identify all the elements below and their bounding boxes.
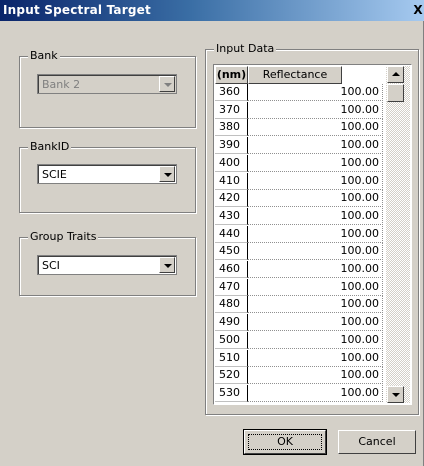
table-row[interactable]: 470 100.00 xyxy=(215,278,383,296)
wavelength-cell: 440 xyxy=(215,225,248,243)
wavelength-cell: 410 xyxy=(215,172,248,190)
reflectance-cell[interactable]: 100.00 xyxy=(248,207,383,225)
wavelength-cell: 380 xyxy=(215,119,248,137)
reflectance-cell[interactable]: 100.00 xyxy=(248,243,383,261)
spectral-grid: (nm) Reflectance 360 100.00 370 100.00 380 10… xyxy=(213,64,412,405)
table-row[interactable]: 440 100.00 xyxy=(215,225,383,243)
reflectance-cell[interactable]: 100.00 xyxy=(248,349,383,367)
wavelength-cell: 430 xyxy=(215,207,248,225)
chevron-down-icon[interactable] xyxy=(159,166,175,182)
table-row[interactable]: 410 100.00 xyxy=(215,172,383,190)
reflectance-cell[interactable]: 100.00 xyxy=(248,101,383,119)
column-header-reflectance[interactable]: Reflectance xyxy=(248,66,342,84)
chevron-down-icon[interactable] xyxy=(159,76,175,92)
bankid-dropdown-value: SCIE xyxy=(42,168,67,181)
wavelength-cell: 510 xyxy=(215,349,248,367)
input-data-legend: Input Data xyxy=(214,42,277,55)
reflectance-cell[interactable]: 100.00 xyxy=(248,225,383,243)
wavelength-cell: 470 xyxy=(215,278,248,296)
table-row[interactable]: 500 100.00 xyxy=(215,331,383,349)
wavelength-cell: 490 xyxy=(215,314,248,332)
reflectance-cell[interactable]: 100.00 xyxy=(248,190,383,208)
group-traits-dropdown[interactable]: SCI xyxy=(37,255,177,275)
reflectance-cell[interactable]: 100.00 xyxy=(248,331,383,349)
focus-rect xyxy=(248,434,322,450)
reflectance-cell[interactable]: 100.00 xyxy=(248,261,383,278)
group-traits-legend: Group Traits xyxy=(28,230,99,243)
table-row[interactable]: 400 100.00 xyxy=(215,154,383,172)
reflectance-cell[interactable]: 100.00 xyxy=(248,314,383,332)
wavelength-cell: 480 xyxy=(215,296,248,314)
table-row[interactable]: 360 100.00 xyxy=(215,84,383,101)
cancel-button-label: Cancel xyxy=(358,435,396,448)
bankid-legend: BankID xyxy=(28,140,72,153)
reflectance-cell[interactable]: 100.00 xyxy=(248,384,383,402)
table-row[interactable]: 380 100.00 xyxy=(215,119,383,137)
table-row[interactable]: 530 100.00 xyxy=(215,384,383,402)
table-row[interactable]: 460 100.00 xyxy=(215,261,383,278)
table-row[interactable]: 490 100.00 xyxy=(215,314,383,332)
reflectance-cell[interactable]: 100.00 xyxy=(248,172,383,190)
table-row[interactable]: 370 100.00 xyxy=(215,101,383,119)
wavelength-cell: 370 xyxy=(215,101,248,119)
reflectance-cell[interactable]: 100.00 xyxy=(248,367,383,385)
window-title: Input Spectral Target xyxy=(3,3,151,17)
reflectance-cell[interactable]: 100.00 xyxy=(248,119,383,137)
reflectance-cell[interactable]: 100.00 xyxy=(248,84,383,101)
group-traits-dropdown-value: SCI xyxy=(42,259,60,272)
table-row[interactable]: 480 100.00 xyxy=(215,296,383,314)
bank-dropdown[interactable]: Bank 2 xyxy=(37,74,177,94)
chevron-down-icon[interactable] xyxy=(159,257,175,273)
bankid-dropdown[interactable]: SCIE xyxy=(37,164,177,184)
reflectance-cell[interactable]: 100.00 xyxy=(248,278,383,296)
reflectance-cell[interactable]: 100.00 xyxy=(248,137,383,155)
reflectance-cell[interactable]: 100.00 xyxy=(248,296,383,314)
wavelength-cell: 400 xyxy=(215,154,248,172)
table-row[interactable]: 420 100.00 xyxy=(215,190,383,208)
dialog-window: Input Spectral Target X Bank Bank 2 Bank… xyxy=(0,0,424,466)
title-bar[interactable]: Input Spectral Target X xyxy=(0,0,424,21)
wavelength-cell: 390 xyxy=(215,137,248,155)
scroll-thumb[interactable] xyxy=(387,84,404,102)
wavelength-cell: 460 xyxy=(215,261,248,278)
cancel-button[interactable]: Cancel xyxy=(338,430,416,454)
wavelength-cell: 360 xyxy=(215,84,248,101)
wavelength-cell: 520 xyxy=(215,367,248,385)
table-row[interactable]: 520 100.00 xyxy=(215,367,383,385)
column-header-nm[interactable]: (nm) xyxy=(215,66,248,84)
table-row[interactable]: 450 100.00 xyxy=(215,243,383,261)
table-row[interactable]: 390 100.00 xyxy=(215,137,383,155)
close-icon[interactable]: X xyxy=(410,2,424,18)
scroll-up-icon[interactable] xyxy=(387,66,404,83)
wavelength-cell: 450 xyxy=(215,243,248,261)
table-row[interactable]: 510 100.00 xyxy=(215,349,383,367)
scroll-down-icon[interactable] xyxy=(387,386,404,403)
bank-legend: Bank xyxy=(28,49,60,62)
wavelength-cell: 420 xyxy=(215,190,248,208)
table-row[interactable]: 430 100.00 xyxy=(215,207,383,225)
reflectance-cell[interactable]: 100.00 xyxy=(248,154,383,172)
ok-button[interactable]: OK xyxy=(243,429,327,455)
bank-dropdown-value: Bank 2 xyxy=(42,78,81,91)
vertical-scrollbar[interactable] xyxy=(386,66,410,403)
wavelength-cell: 530 xyxy=(215,384,248,402)
wavelength-cell: 500 xyxy=(215,331,248,349)
